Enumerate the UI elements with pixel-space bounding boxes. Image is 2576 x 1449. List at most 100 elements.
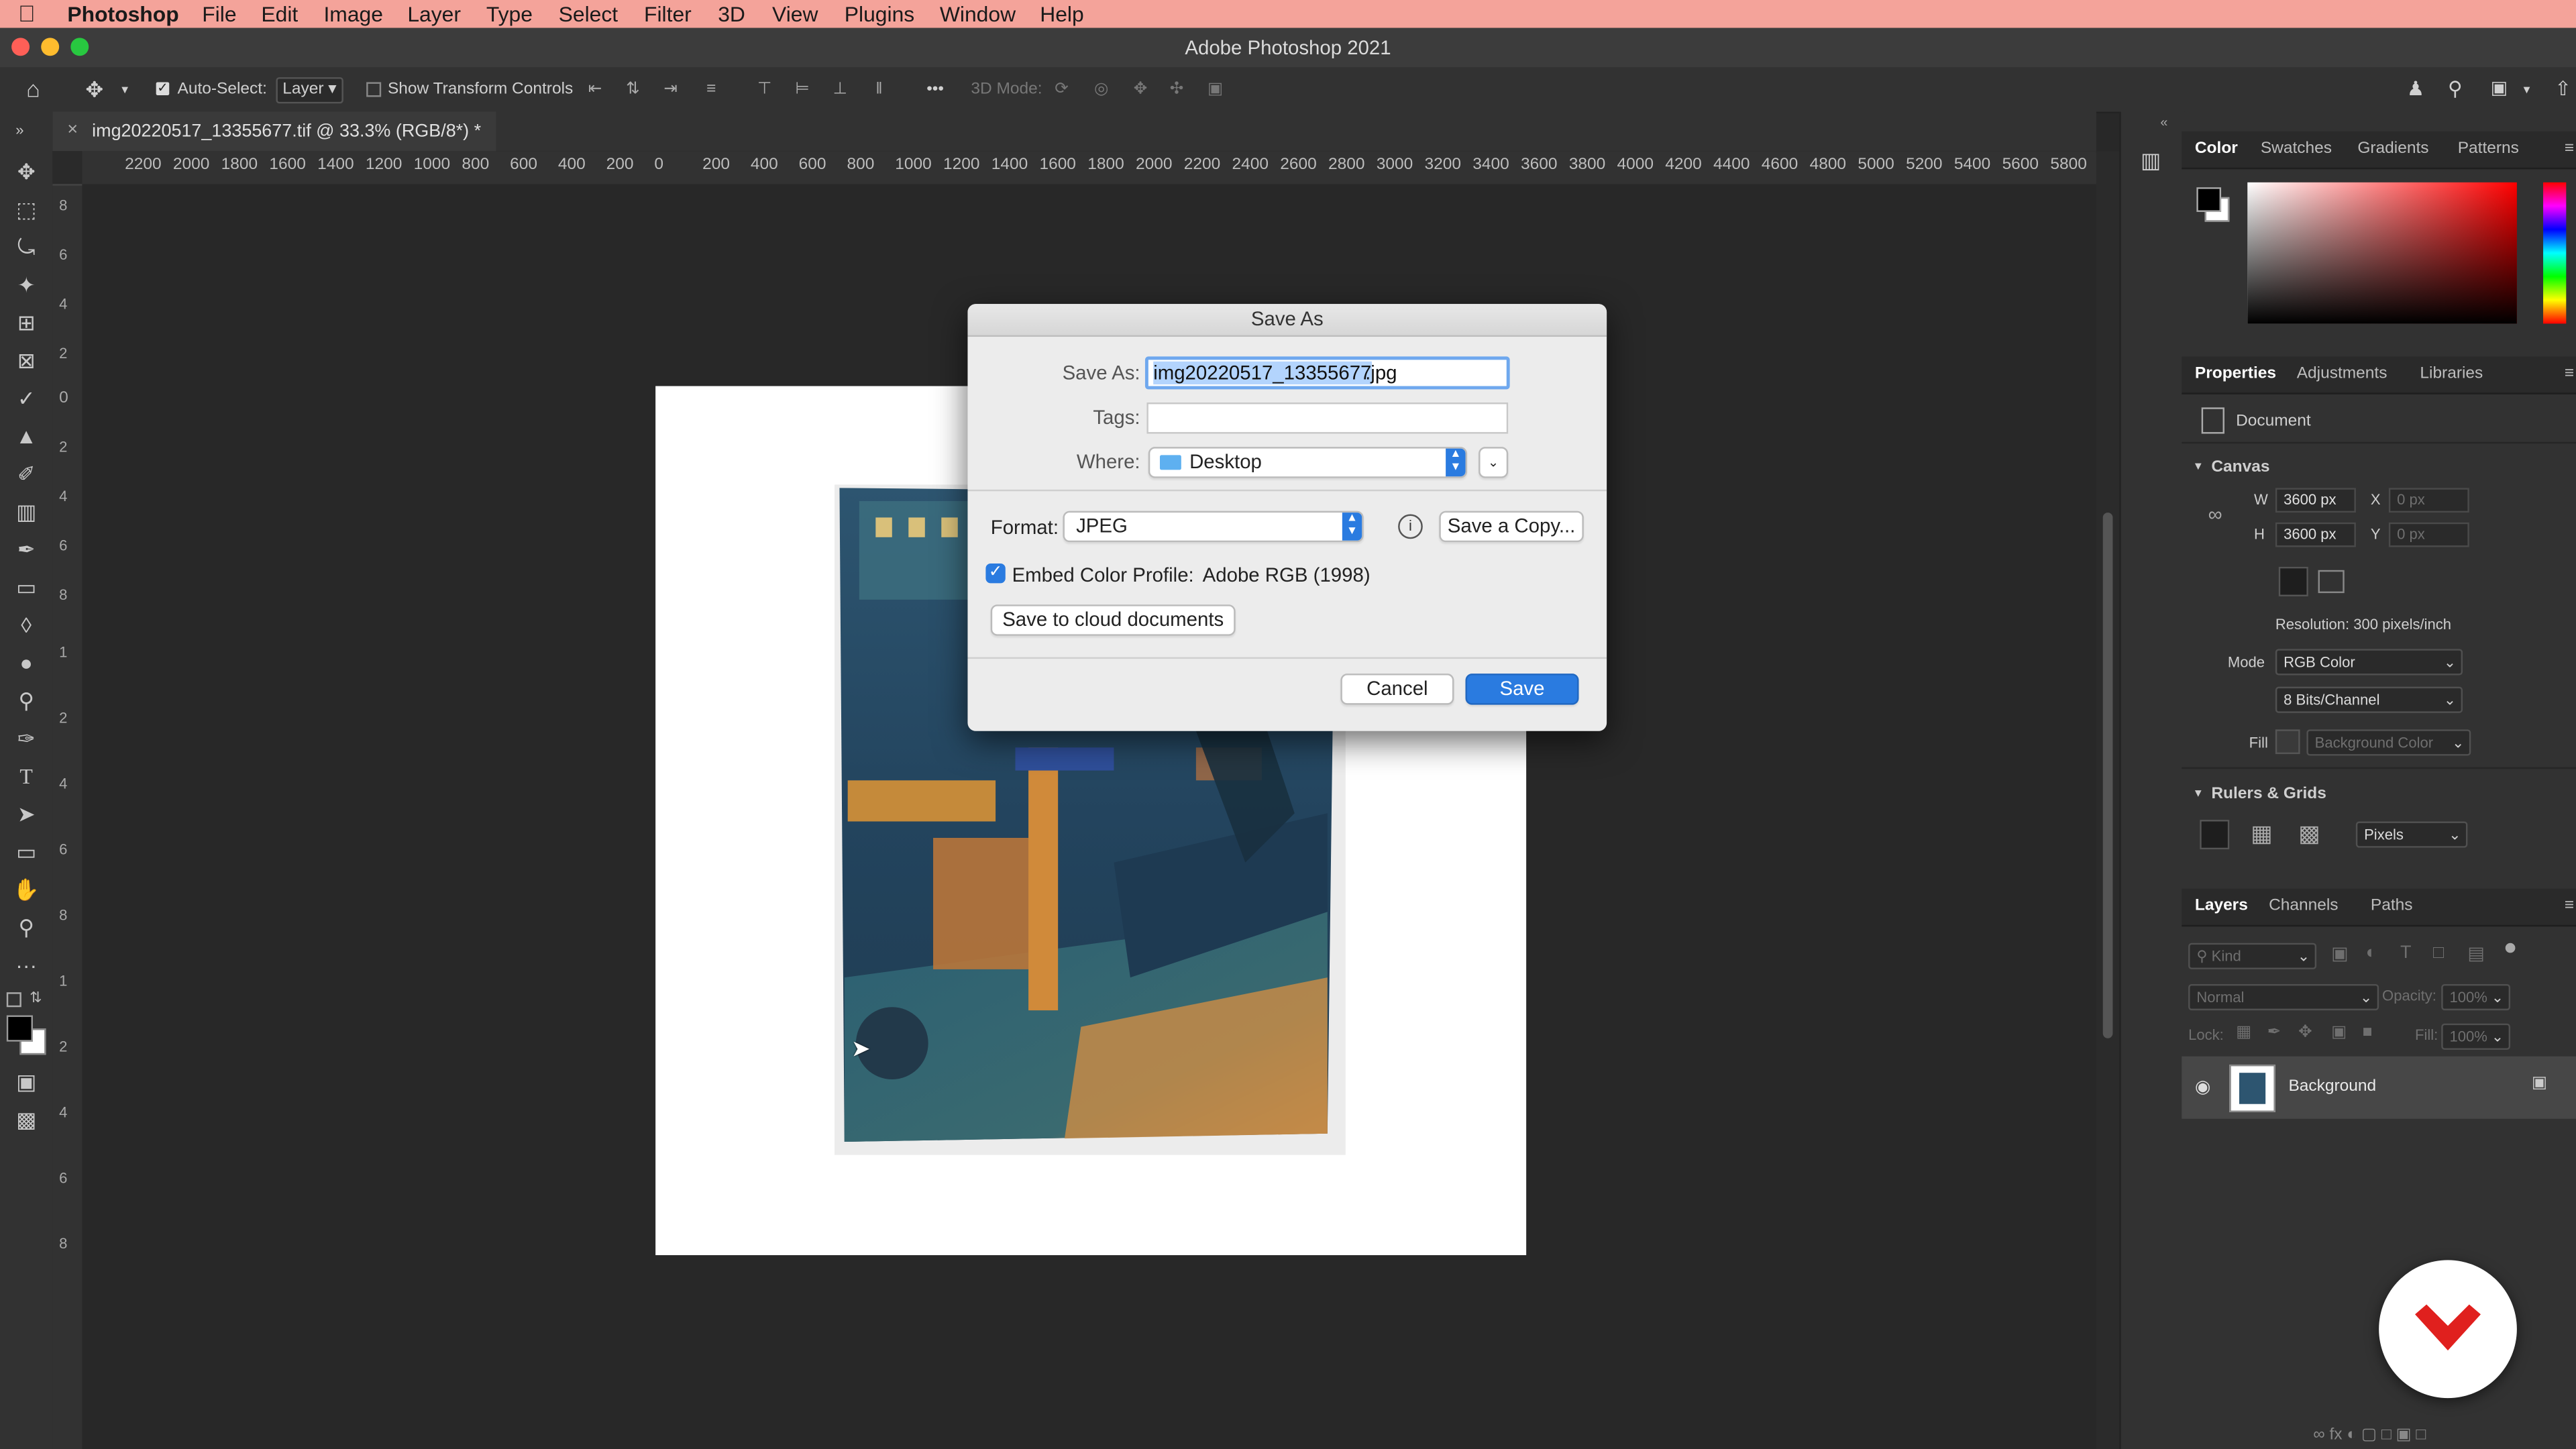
menu-filter[interactable]: Filter (644, 0, 692, 28)
layer-row-background[interactable]: ◉ Background ▣ (2182, 1056, 2576, 1119)
expand-dialog-button[interactable]: ⌄ (1479, 447, 1509, 478)
bit-depth-dropdown[interactable]: 8 Bits/Channel ⌄ (2275, 686, 2463, 713)
vertical-scrollbar[interactable] (2096, 151, 2120, 1449)
crop-tool-icon[interactable]: ⊞ (10, 309, 43, 338)
embed-profile-checkbox[interactable]: ✓ (985, 564, 1006, 584)
panel-menu-icon[interactable]: ≡ (2565, 356, 2574, 392)
blend-mode-dropdown[interactable]: Normal ⌄ (2188, 983, 2379, 1011)
tool-preset-chevron-icon[interactable]: ▾ (121, 67, 128, 111)
grid-icon[interactable]: ▦ (2251, 820, 2272, 848)
brush-tool-icon[interactable]: ✐ (10, 460, 43, 490)
share-user-icon[interactable]: ♟ (2407, 67, 2424, 111)
menu-layer[interactable]: Layer (407, 0, 461, 28)
lock-position-icon[interactable]: ✥ (2298, 1024, 2312, 1042)
default-colors-icon[interactable] (6, 992, 21, 1008)
menu-view[interactable]: View (772, 0, 818, 28)
tab-libraries[interactable]: Libraries (2420, 356, 2483, 392)
search-icon[interactable]: ⚲ (2448, 67, 2463, 111)
filter-pixel-icon[interactable]: ▣ (2331, 943, 2348, 964)
foreground-color-swatch[interactable] (6, 1015, 33, 1042)
hue-slider[interactable] (2543, 182, 2567, 324)
menu-select[interactable]: Select (559, 0, 619, 28)
filter-type-icon[interactable]: T (2400, 943, 2411, 963)
close-window-button[interactable] (11, 38, 30, 56)
scrollbar-thumb[interactable] (2102, 513, 2113, 1038)
filter-adjustment-icon[interactable]: ◐ (2366, 943, 2377, 963)
menu-plugins[interactable]: Plugins (845, 0, 914, 28)
menu-help[interactable]: Help (1040, 0, 1084, 28)
tab-channels[interactable]: Channels (2269, 889, 2339, 925)
3d-orbit-icon[interactable]: ⟳ (1055, 67, 1069, 111)
magic-wand-tool-icon[interactable]: ✦ (10, 271, 43, 301)
clone-stamp-tool-icon[interactable]: ▥ (10, 498, 43, 527)
lock-all-icon[interactable]: ■ (2363, 1024, 2373, 1042)
width-input[interactable]: 3600 px (2275, 488, 2356, 513)
zoom-window-button[interactable] (70, 38, 89, 56)
share-icon[interactable]: ⇧ (2555, 67, 2571, 111)
path-selection-tool-icon[interactable]: ➤ (10, 800, 43, 830)
align-bottom-icon[interactable]: ⊥ (833, 67, 847, 111)
3d-roll-icon[interactable]: ◎ (1094, 67, 1108, 111)
distribute-icon[interactable]: ≡ (706, 67, 716, 111)
filter-shape-icon[interactable]: □ (2433, 943, 2444, 963)
menu-type[interactable]: Type (486, 0, 533, 28)
workspace-chevron-icon[interactable]: ▾ (2524, 67, 2530, 111)
height-input[interactable]: 3600 px (2275, 522, 2356, 547)
eye-icon[interactable]: ◉ (2195, 1076, 2211, 1097)
type-tool-icon[interactable]: T (10, 762, 43, 792)
filter-toggle-icon[interactable] (2505, 943, 2516, 953)
tab-properties[interactable]: Properties (2195, 356, 2276, 392)
auto-select-dropdown[interactable]: Layer ▾ (276, 67, 343, 111)
fill-swatch[interactable] (2275, 729, 2300, 755)
hand-tool-icon[interactable]: ✋ (10, 875, 43, 905)
3d-slide-icon[interactable]: ✣ (1170, 67, 1184, 111)
landscape-orientation-button[interactable] (2318, 570, 2345, 594)
tab-patterns[interactable]: Patterns (2458, 131, 2519, 168)
filename-input[interactable]: img20220517_13355677 .jpg (1144, 356, 1510, 390)
dodge-tool-icon[interactable]: ⚲ (10, 687, 43, 716)
align-left-icon[interactable]: ⇤ (588, 67, 602, 111)
distribute-vertical-icon[interactable]: ‖ (875, 67, 882, 111)
edit-toolbar-icon[interactable]: ··· (10, 951, 43, 981)
minimize-window-button[interactable] (41, 38, 60, 56)
align-top-icon[interactable]: ⊤ (757, 67, 771, 111)
screen-mode-icon[interactable]: ▩ (10, 1106, 43, 1135)
collapse-panels-icon[interactable]: « (2160, 115, 2167, 129)
guides-icon[interactable]: ▩ (2298, 820, 2320, 848)
save-button[interactable]: Save (1465, 674, 1579, 705)
tab-swatches[interactable]: Swatches (2261, 131, 2332, 168)
panel-menu-icon[interactable]: ≡ (2565, 131, 2574, 168)
units-dropdown[interactable]: Pixels ⌄ (2355, 821, 2468, 848)
align-right-icon[interactable]: ⇥ (663, 67, 678, 111)
tab-layers[interactable]: Layers (2195, 889, 2248, 925)
lock-artboard-icon[interactable]: ▣ (2331, 1024, 2347, 1042)
history-panel-icon[interactable]: ▥ (2141, 148, 2161, 174)
auto-select-checkbox[interactable]: ✓ (156, 67, 170, 111)
menu-app-name[interactable]: Photoshop (67, 0, 178, 28)
menu-edit[interactable]: Edit (261, 0, 298, 28)
cancel-button[interactable]: Cancel (1340, 674, 1454, 705)
x-input[interactable]: 0 px (2388, 488, 2469, 513)
opacity-input[interactable]: 100% ⌄ (2441, 983, 2511, 1011)
layer-actions-icons[interactable]: ∞ fx ◐ ▢ □ ▣ □ (2313, 1426, 2426, 1444)
quick-mask-icon[interactable]: ▣ (10, 1068, 43, 1097)
ruler-toggle-button[interactable] (2200, 820, 2230, 850)
filter-smart-object-icon[interactable]: ▤ (2467, 943, 2484, 964)
3d-scale-icon[interactable]: ▣ (1208, 67, 1223, 111)
more-options-icon[interactable]: ••• (926, 67, 944, 111)
healing-brush-tool-icon[interactable]: ▲ (10, 422, 43, 451)
lock-image-icon[interactable]: ✒ (2267, 1024, 2282, 1042)
layer-filter-dropdown[interactable]: ⚲ Kind ⌄ (2188, 943, 2317, 969)
ruler-origin[interactable] (52, 151, 83, 186)
rectangle-tool-icon[interactable]: ▭ (10, 838, 43, 867)
format-dropdown[interactable]: JPEG ▲ ▼ (1063, 511, 1364, 543)
3d-pan-icon[interactable]: ✥ (1134, 67, 1148, 111)
link-dimensions-icon[interactable]: ∞ (2208, 502, 2222, 525)
chevron-down-icon[interactable]: ▾ (2195, 786, 2202, 800)
tab-gradients[interactable]: Gradients (2357, 131, 2428, 168)
foreground-color-chip[interactable] (2196, 187, 2222, 212)
tab-color[interactable]: Color (2195, 131, 2238, 168)
save-to-cloud-button[interactable]: Save to cloud documents (990, 604, 1236, 636)
lock-transparent-icon[interactable]: ▦ (2236, 1024, 2251, 1042)
apple-icon[interactable]:  (18, 0, 36, 28)
